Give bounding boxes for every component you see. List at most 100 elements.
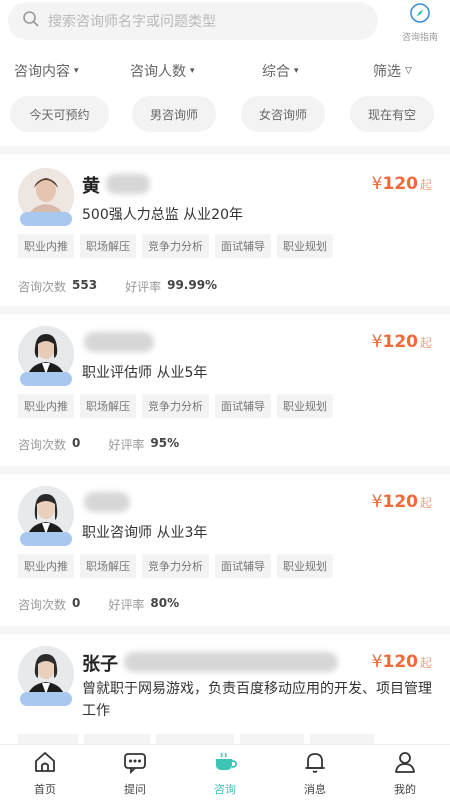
nav-label: 我的 xyxy=(394,782,416,796)
consultant-card[interactable]: ¥120 起 职业评估师 从业5年 职业内推 职场解压 竞争力分析 面试辅导 职业… xyxy=(0,314,450,464)
price-suffix: 起 xyxy=(419,496,432,510)
price-value: 120 xyxy=(382,174,418,194)
tag: 竞争力分析 xyxy=(142,554,209,578)
name-blur xyxy=(106,174,150,194)
price-suffix: 起 xyxy=(419,656,432,670)
consultant-card[interactable]: ¥120 起 职业咨询师 从业3年 职业内推 职场解压 竞争力分析 面试辅导 职业… xyxy=(0,474,450,624)
count-label: 咨询次数 xyxy=(18,280,67,294)
nav-label: 咨询 xyxy=(214,782,236,796)
chip-available-today[interactable]: 今天可预约 xyxy=(10,96,109,132)
filter-label: 综合 xyxy=(262,64,290,80)
nav-label: 提问 xyxy=(124,782,146,796)
nav-home[interactable]: 首页 xyxy=(0,745,90,800)
search-bar[interactable]: 搜索咨询师名字或问题类型 xyxy=(8,2,378,40)
consultant-card[interactable]: 张子 ¥120 起 曾就职于网易游戏，负责百度移动应用的开发、项目管理工作 xyxy=(0,634,450,744)
tag xyxy=(18,734,78,744)
name-blur xyxy=(84,332,154,352)
top-bar: 搜索咨询师名字或问题类型 咨询指南 xyxy=(0,0,450,44)
currency-symbol: ¥ xyxy=(371,492,383,512)
guide-label: 咨询指南 xyxy=(401,33,438,43)
tag: 职业内推 xyxy=(18,394,74,418)
status-badge xyxy=(20,372,72,386)
tag: 职场解压 xyxy=(80,234,136,258)
tag: 职业内推 xyxy=(18,234,74,258)
divider xyxy=(0,146,450,154)
price: ¥120 起 xyxy=(372,492,432,512)
nav-ask[interactable]: 提问 xyxy=(90,745,180,800)
name-blur xyxy=(124,652,338,672)
compass-icon xyxy=(409,2,431,28)
stats: 咨询次数 0 好评率 95% xyxy=(18,436,179,453)
count-value: 553 xyxy=(72,278,98,292)
nav-messages[interactable]: 消息 xyxy=(270,745,360,800)
currency-symbol: ¥ xyxy=(371,652,383,672)
currency-symbol: ¥ xyxy=(371,174,383,194)
rate-value: 99.99% xyxy=(167,278,218,292)
rate-value: 95% xyxy=(150,436,180,450)
stats: 咨询次数 553 好评率 99.99% xyxy=(18,278,217,295)
nav-me[interactable]: 我的 xyxy=(360,745,450,800)
guide-button[interactable]: 咨询指南 xyxy=(396,2,444,43)
count-value: 0 xyxy=(72,596,81,610)
filter-sort[interactable]: 综合 ▾ xyxy=(262,61,299,81)
nav-label: 消息 xyxy=(304,782,326,796)
rate-value: 80% xyxy=(150,596,180,610)
tag xyxy=(84,734,150,744)
tag xyxy=(240,734,304,744)
tag: 职场解压 xyxy=(80,554,136,578)
price-value: 120 xyxy=(382,652,418,672)
nav-label: 首页 xyxy=(34,782,56,796)
tag: 职业规划 xyxy=(277,394,333,418)
search-input[interactable]: 搜索咨询师名字或问题类型 xyxy=(48,11,216,31)
tag-list: 职业内推 职场解压 竞争力分析 面试辅导 职业规划 xyxy=(18,394,333,418)
tag: 面试辅导 xyxy=(215,234,271,258)
price-suffix: 起 xyxy=(419,336,432,350)
home-icon xyxy=(32,749,58,779)
filter-bar: 咨询内容 ▾ 咨询人数 ▾ 综合 ▾ 筛选 ▽ xyxy=(0,56,450,86)
consultant-title: 职业评估师 从业5年 xyxy=(82,365,208,381)
filter-content[interactable]: 咨询内容 ▾ xyxy=(14,61,79,81)
filter-screen[interactable]: 筛选 ▽ xyxy=(373,61,412,81)
divider xyxy=(0,466,450,474)
tag: 面试辅导 xyxy=(215,554,271,578)
divider xyxy=(0,626,450,634)
rate-label: 好评率 xyxy=(108,438,145,452)
divider xyxy=(0,306,450,314)
filter-label: 筛选 xyxy=(373,64,401,80)
price: ¥120 起 xyxy=(372,332,432,352)
tag-list xyxy=(18,734,374,744)
count-label: 咨询次数 xyxy=(18,598,67,612)
bottom-nav: 首页 提问 咨询 消息 我的 xyxy=(0,744,450,800)
price: ¥120 起 xyxy=(372,174,432,194)
search-icon xyxy=(22,10,40,32)
consultant-card[interactable]: 黄 ¥120 起 500强人力总监 从业20年 职业内推 职场解压 竞争力分析 面… xyxy=(0,154,450,304)
filter-people[interactable]: 咨询人数 ▾ xyxy=(130,61,195,81)
consultant-title: 500强人力总监 从业20年 xyxy=(82,207,243,223)
consultant-name: 张子 xyxy=(82,654,118,675)
chevron-down-icon: ▾ xyxy=(294,66,299,76)
price: ¥120 起 xyxy=(372,652,432,672)
price-suffix: 起 xyxy=(419,178,432,192)
status-badge xyxy=(20,692,72,706)
tag xyxy=(310,734,374,744)
chip-male[interactable]: 男咨询师 xyxy=(132,96,216,132)
filter-label: 咨询内容 xyxy=(14,64,70,80)
currency-symbol: ¥ xyxy=(371,332,383,352)
funnel-icon: ▽ xyxy=(405,66,412,76)
chip-female[interactable]: 女咨询师 xyxy=(241,96,325,132)
tag-list: 职业内推 职场解压 竞争力分析 面试辅导 职业规划 xyxy=(18,554,333,578)
filter-label: 咨询人数 xyxy=(130,64,186,80)
rate-label: 好评率 xyxy=(125,280,162,294)
price-value: 120 xyxy=(382,492,418,512)
status-badge xyxy=(20,532,72,546)
tag-list: 职业内推 职场解压 竞争力分析 面试辅导 职业规划 xyxy=(18,234,333,258)
chip-free-now[interactable]: 现在有空 xyxy=(350,96,434,132)
tag: 职业规划 xyxy=(277,234,333,258)
count-label: 咨询次数 xyxy=(18,438,67,452)
nav-consult[interactable]: 咨询 xyxy=(180,745,270,800)
bell-icon xyxy=(302,749,328,779)
user-icon xyxy=(392,749,418,779)
tag: 竞争力分析 xyxy=(142,394,209,418)
question-chat-icon xyxy=(122,749,148,779)
price-value: 120 xyxy=(382,332,418,352)
